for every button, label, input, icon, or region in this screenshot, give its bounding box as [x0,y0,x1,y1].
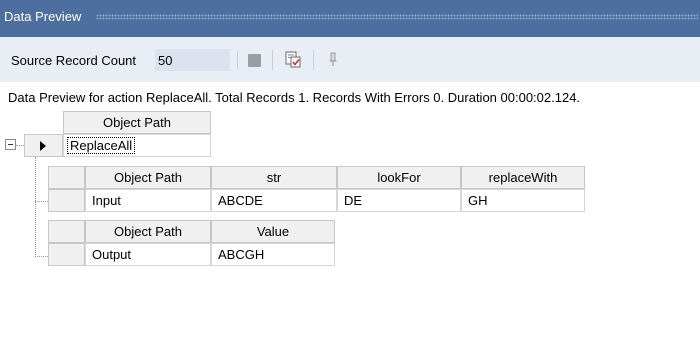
cell-object-path[interactable]: Input [85,189,211,212]
info-line: Data Preview for action ReplaceAll. Tota… [8,90,581,105]
row-pointer-icon [40,141,46,151]
column-header-object-path[interactable]: Object Path [85,220,211,243]
row-header-corner [48,220,85,243]
cell-replacewith[interactable]: GH [461,189,585,212]
row-selector[interactable] [48,243,85,266]
title-bar: Data Preview [0,0,700,37]
column-header-str[interactable]: str [211,166,337,189]
column-header-object-path[interactable]: Object Path [85,166,211,189]
toolbar-separator [272,50,273,70]
collapse-toggle-icon[interactable] [5,139,16,150]
row-header-corner [48,166,85,189]
row-selector[interactable] [24,134,63,157]
tree-line [35,157,36,257]
cell-text: ReplaceAll [67,137,136,154]
stop-icon[interactable] [248,54,261,67]
column-header-replacewith[interactable]: replaceWith [461,166,585,189]
cell-object-path[interactable]: Output [85,243,211,266]
preview-check-icon[interactable] [283,49,305,71]
pin-icon[interactable] [322,49,344,71]
tree-line [16,145,24,146]
row-selector[interactable] [48,189,85,212]
toolbar: Source Record Count [0,37,700,82]
toolbar-separator [237,50,238,70]
source-record-count-input[interactable] [155,49,230,71]
toolbar-separator [313,50,314,70]
tree-line [35,201,48,202]
column-header-object-path[interactable]: Object Path [63,111,211,134]
source-record-count-label: Source Record Count [11,53,137,68]
title-grip[interactable] [96,14,698,20]
column-header-lookfor[interactable]: lookFor [337,166,461,189]
tree-line [35,256,48,257]
window-title: Data Preview [4,9,82,24]
cell-str[interactable]: ABCDE [211,189,337,212]
cell-replaceall[interactable]: ReplaceAll [63,134,211,157]
cell-value[interactable]: ABCGH [211,243,335,266]
cell-lookfor[interactable]: DE [337,189,461,212]
column-header-value[interactable]: Value [211,220,335,243]
